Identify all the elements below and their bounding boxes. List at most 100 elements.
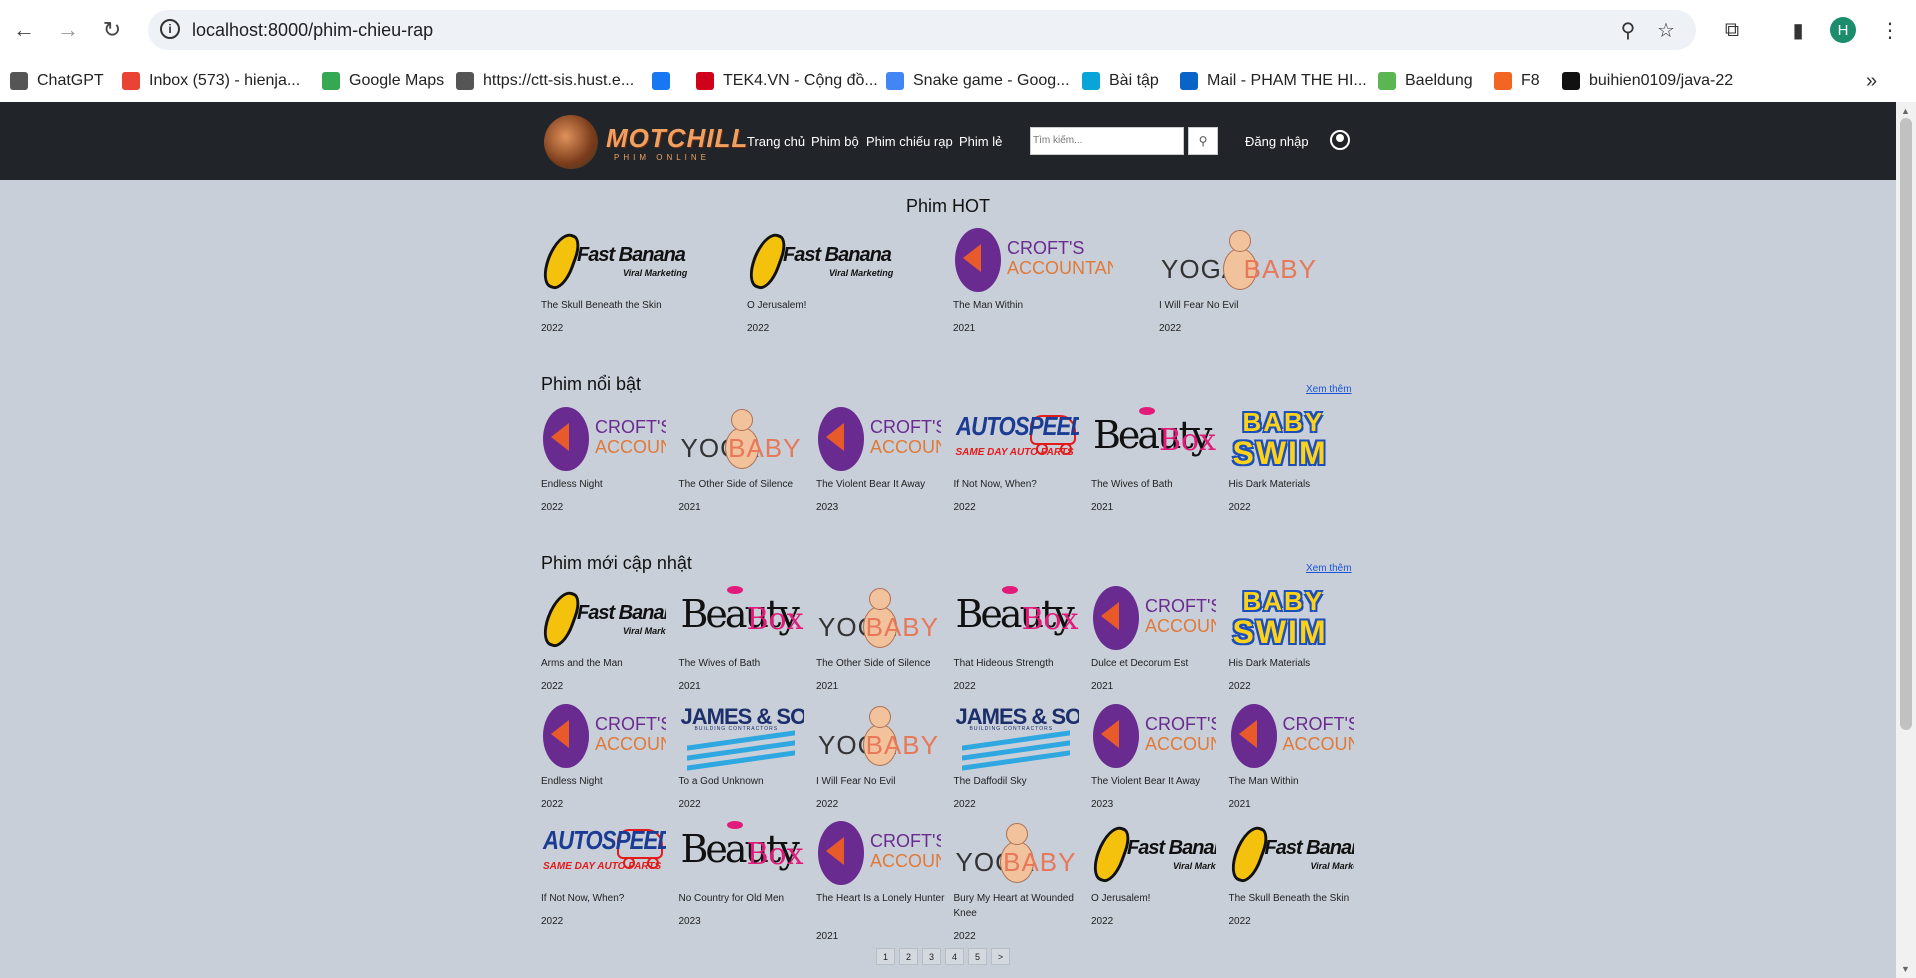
movie-card[interactable]: CROFT'SACCOUNTANTSEndless Night2022 [541, 405, 666, 513]
movie-title[interactable]: The Wives of Bath [1091, 477, 1221, 492]
featured-more-link[interactable]: Xem thêm [1306, 384, 1352, 395]
movie-card[interactable]: CROFT'SACCOUNTANTSThe Violent Bear It Aw… [1091, 702, 1216, 810]
user-icon[interactable] [1330, 130, 1350, 150]
bookmark-item[interactable]: https://ctt-sis.hust.e... [456, 68, 634, 94]
login-link[interactable]: Đăng nhập [1245, 134, 1309, 149]
movie-card[interactable]: Fast BananaViral MarketingO Jerusalem!20… [1091, 819, 1216, 927]
movie-poster[interactable]: Fast Banana Viral Marketing [1091, 819, 1216, 889]
movie-poster[interactable]: YOGA BABY [1159, 226, 1319, 296]
scroll-down-arrow-icon[interactable]: ▼ [1901, 964, 1910, 974]
site-info-icon[interactable]: i [160, 19, 180, 39]
movie-card[interactable]: Beauty Box The Wives of Bath 2021 [679, 584, 804, 692]
menu-series[interactable]: Phim bộ [811, 134, 859, 149]
bookmark-item[interactable]: Inbox (573) - hienja... [122, 68, 300, 94]
movie-card[interactable]: YOGA BABY I Will Fear No Evil 2022 [1159, 226, 1319, 334]
search-input[interactable]: Tìm kiếm... [1030, 127, 1184, 155]
movie-poster[interactable]: Fast Banana Viral Marketing [541, 226, 701, 296]
bookmark-star-icon[interactable]: ☆ [1654, 18, 1678, 42]
extensions-icon[interactable]: ⧉ [1718, 16, 1746, 44]
movie-card[interactable]: CROFT'SACCOUNTANTSEndless Night2022 [541, 702, 666, 810]
movie-poster[interactable]: BABY SWIM [1229, 405, 1354, 475]
bookmark-item[interactable]: TEK4.VN - Cộng đồ... [696, 68, 878, 94]
bookmark-item[interactable]: Google Maps [322, 68, 444, 94]
movie-poster[interactable]: CROFT'SACCOUNTANTS [816, 819, 941, 889]
movie-poster[interactable]: CROFT'SACCOUNTANTS [541, 405, 666, 475]
movie-card[interactable]: Fast BananaViral MarketingArms and the M… [541, 584, 666, 692]
movie-poster[interactable]: CROFT'SACCOUNTANTS [1091, 584, 1216, 654]
movie-title[interactable]: The Daffodil Sky [954, 774, 1084, 789]
movie-poster[interactable]: CROFT'SACCOUNTANTS [541, 702, 666, 772]
movie-poster[interactable]: Beauty Box [954, 584, 1079, 654]
movie-card[interactable]: JAMES & SONSBUILDING CONTRACTORSTo a God… [679, 702, 804, 810]
movie-card[interactable]: JAMES & SONSBUILDING CONTRACTORSThe Daff… [954, 702, 1079, 810]
movie-poster[interactable]: YOGA BABY [954, 819, 1079, 889]
bookmark-item[interactable] [652, 68, 679, 94]
movie-title[interactable]: The Skull Beneath the Skin [541, 298, 671, 313]
movie-title[interactable]: Endless Night [541, 774, 671, 789]
pagination-page[interactable]: 3 [922, 948, 941, 965]
movie-card[interactable]: Fast BananaViral MarketingThe Skull Bene… [1228, 819, 1354, 927]
movie-title[interactable]: The Violent Bear It Away [1091, 774, 1221, 789]
movie-title[interactable]: The Other Side of Silence [679, 477, 809, 492]
movie-poster[interactable]: Fast Banana Viral Marketing [541, 584, 666, 654]
movie-card[interactable]: BABY SWIM His Dark Materials 2022 [1229, 405, 1354, 513]
movie-poster[interactable]: YOGA BABY [816, 702, 941, 772]
movie-poster[interactable]: Fast Banana Viral Marketing [747, 226, 907, 296]
movie-card[interactable]: AUTOSPEED SAME DAY AUTO PARTS If Not Now, … [541, 819, 666, 927]
movie-card[interactable]: Fast BananaViral Marketing The Skull Bene… [541, 226, 701, 334]
bookmark-item[interactable]: Baeldung [1378, 68, 1473, 94]
movie-card[interactable]: YOGA BABY The Other Side of Silence 2021 [816, 584, 941, 692]
pagination-page[interactable]: 1 [876, 948, 895, 965]
movie-title[interactable]: Endless Night [541, 477, 671, 492]
scroll-up-arrow-icon[interactable]: ▲ [1901, 106, 1910, 116]
movie-title[interactable]: I Will Fear No Evil [816, 774, 946, 789]
movie-poster[interactable]: JAMES & SONSBUILDING CONTRACTORS [679, 702, 804, 772]
movie-poster[interactable]: CROFT'SACCOUNTANTS [953, 226, 1113, 296]
pagination-page[interactable]: 5 [968, 948, 987, 965]
movie-poster[interactable]: AUTOSPEED SAME DAY AUTO PARTS [541, 819, 666, 889]
side-panel-icon[interactable]: ▮ [1784, 16, 1812, 44]
movie-title[interactable]: If Not Now, When? [541, 891, 671, 906]
bookmarks-more-icon[interactable]: » [1866, 70, 1877, 93]
bookmark-item[interactable]: Snake game - Goog... [886, 68, 1070, 94]
zoom-icon[interactable]: ⚲ [1616, 18, 1640, 42]
movie-card[interactable]: YOGA BABY I Will Fear No Evil 2022 [816, 702, 941, 810]
bookmark-item[interactable]: Bài tập [1082, 68, 1159, 94]
bookmark-item[interactable]: ChatGPT [10, 68, 104, 94]
movie-card[interactable]: Beauty Box No Country for Old Men 2023 [679, 819, 804, 927]
movie-poster[interactable]: YOGA BABY [816, 584, 941, 654]
address-url[interactable]: localhost:8000/phim-chieu-rap [192, 20, 433, 41]
movie-title[interactable]: Arms and the Man [541, 656, 671, 671]
movie-poster[interactable]: Beauty Box [1091, 405, 1216, 475]
back-icon[interactable]: ← [8, 14, 40, 46]
movie-title[interactable]: The Violent Bear It Away [816, 477, 946, 492]
movie-card[interactable]: CROFT'SACCOUNTANTSThe Man Within2021 [1229, 702, 1354, 810]
movie-title[interactable]: The Skull Beneath the Skin [1229, 891, 1359, 906]
search-button[interactable]: ⚲ [1188, 127, 1218, 155]
latest-more-link[interactable]: Xem thêm [1306, 563, 1352, 574]
movie-title[interactable]: The Man Within [1229, 774, 1359, 789]
reload-icon[interactable]: ↻ [96, 14, 128, 46]
page-scrollbar[interactable]: ▲ ▼ [1896, 102, 1916, 978]
movie-poster[interactable]: Beauty Box [679, 819, 804, 889]
movie-title[interactable]: O Jerusalem! [1091, 891, 1221, 906]
movie-title[interactable]: Bury My Heart at Wounded Knee [954, 891, 1084, 921]
pagination-page[interactable]: 4 [945, 948, 964, 965]
pagination-next[interactable]: > [991, 948, 1010, 965]
menu-cinema[interactable]: Phim chiếu rạp [866, 134, 953, 149]
movie-title[interactable]: That Hideous Strength [954, 656, 1084, 671]
movie-title[interactable]: If Not Now, When? [954, 477, 1084, 492]
browser-menu-icon[interactable]: ⋮ [1876, 16, 1904, 44]
movie-poster[interactable]: YOGA BABY [679, 405, 804, 475]
forward-icon[interactable]: → [52, 14, 84, 46]
movie-poster[interactable]: Beauty Box [679, 584, 804, 654]
movie-card[interactable]: AUTOSPEED SAME DAY AUTO PARTS If Not Now, … [954, 405, 1079, 513]
movie-title[interactable]: The Man Within [953, 298, 1083, 313]
movie-title[interactable]: To a God Unknown [679, 774, 809, 789]
menu-home[interactable]: Trang chủ [747, 134, 805, 149]
movie-card[interactable]: CROFT'SACCOUNTANTS The Heart Is a Lonely … [816, 819, 944, 942]
movie-title[interactable]: The Other Side of Silence [816, 656, 946, 671]
movie-title[interactable]: The Heart Is a Lonely Hunter [816, 891, 946, 906]
movie-title[interactable]: I Will Fear No Evil [1159, 298, 1289, 313]
movie-title[interactable]: The Wives of Bath [679, 656, 809, 671]
